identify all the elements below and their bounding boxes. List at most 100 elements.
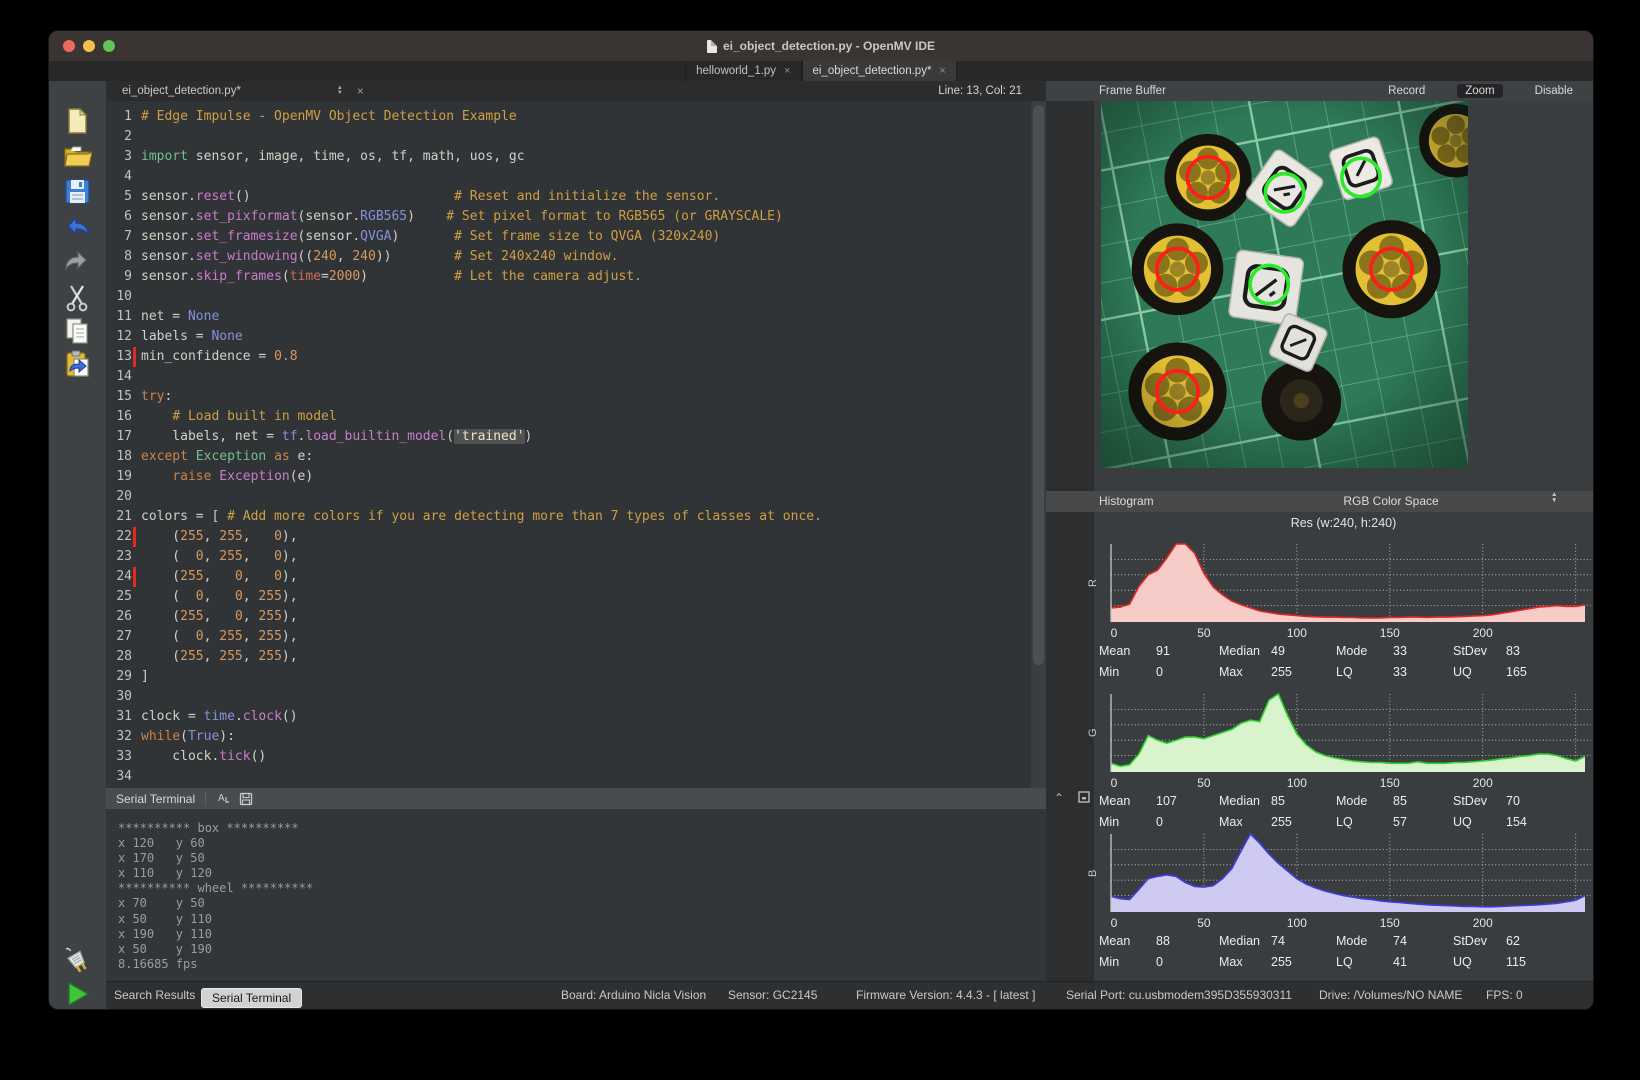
code-line[interactable]: 7sensor.set_framesize(sensor.QVGA) # Set… xyxy=(106,227,1046,247)
gutter-spacer xyxy=(133,587,136,607)
tab-bar: helloworld_1.py × ei_object_detection.py… xyxy=(49,61,1593,81)
code-line[interactable]: 14 xyxy=(106,367,1046,387)
copy-button[interactable] xyxy=(62,316,92,346)
redo-button[interactable] xyxy=(62,248,92,278)
file-switcher-icon[interactable]: ▲▼ xyxy=(337,86,343,96)
toolbar xyxy=(49,81,106,1009)
tab-close-icon[interactable]: × xyxy=(784,65,790,77)
tick-label: 150 xyxy=(1380,916,1400,930)
editor-close-icon[interactable]: × xyxy=(357,84,364,98)
code-line[interactable]: 23 ( 0, 255, 0), xyxy=(106,547,1046,567)
stat-value: 85 xyxy=(1393,794,1453,808)
collapse-serial-icon[interactable]: ⌃ xyxy=(1054,791,1064,805)
run-script-button[interactable] xyxy=(62,979,92,1009)
stat-label: Median xyxy=(1219,934,1271,948)
zoom-window-button[interactable] xyxy=(103,40,115,52)
code-line[interactable]: 18except Exception as e: xyxy=(106,447,1046,467)
stats-row: Mean88Median74Mode74StDev62 xyxy=(1099,930,1593,951)
stat-label: UQ xyxy=(1453,665,1506,679)
code-line[interactable]: 32while(True): xyxy=(106,727,1046,747)
code-line[interactable]: 27 ( 0, 255, 255), xyxy=(106,627,1046,647)
stat-value: 85 xyxy=(1271,794,1336,808)
code-line[interactable]: 34 xyxy=(106,767,1046,787)
open-file-button[interactable] xyxy=(62,141,92,171)
code-line[interactable]: 16 # Load built in model xyxy=(106,407,1046,427)
code-line[interactable]: 3import sensor, image, time, os, tf, mat… xyxy=(106,147,1046,167)
tick-label: 200 xyxy=(1473,776,1493,790)
modified-line-marker xyxy=(133,527,136,547)
modified-line-marker xyxy=(133,567,136,587)
stat-label: Mode xyxy=(1336,934,1393,948)
tab-close-icon[interactable]: × xyxy=(939,65,945,77)
editor-scrollbar[interactable] xyxy=(1031,101,1046,788)
code-line[interactable]: 8sensor.set_windowing((240, 240)) # Set … xyxy=(106,247,1046,267)
b-channel-histogram: B050100150200Mean88Median74Mode74StDev62… xyxy=(1099,831,1593,972)
text-encoding-icon[interactable]: A xyxy=(216,791,231,806)
line-number: 34 xyxy=(106,767,132,787)
paste-button[interactable] xyxy=(62,349,92,379)
code-line[interactable]: 1# Edge Impulse - OpenMV Object Detectio… xyxy=(106,107,1046,127)
zoom-button[interactable]: Zoom xyxy=(1457,84,1502,98)
line-number: 33 xyxy=(106,747,132,767)
tab-helloworld[interactable]: helloworld_1.py × xyxy=(685,61,801,81)
code-line[interactable]: 17 labels, net = tf.load_builtin_model('… xyxy=(106,427,1046,447)
stat-value: 255 xyxy=(1271,955,1336,969)
code-line[interactable]: 4 xyxy=(106,167,1046,187)
code-line[interactable]: 9sensor.skip_frames(time=2000) # Let the… xyxy=(106,267,1046,287)
status-serial-terminal[interactable]: Serial Terminal xyxy=(201,988,302,1008)
tick-label: 0 xyxy=(1111,916,1118,930)
x-axis-ticks: 050100150200 xyxy=(1099,625,1593,640)
code-line[interactable]: 26 (255, 0, 255), xyxy=(106,607,1046,627)
code-line[interactable]: 20 xyxy=(106,487,1046,507)
code-line[interactable]: 2 xyxy=(106,127,1046,147)
popout-serial-icon[interactable] xyxy=(1078,791,1090,803)
new-file-button[interactable] xyxy=(62,106,92,136)
colorspace-dropdown-icon[interactable]: ▲▼ xyxy=(1551,492,1557,503)
code-text: labels, net = tf.load_builtin_model('tra… xyxy=(141,427,532,447)
status-search-results[interactable]: Search Results xyxy=(114,988,195,1002)
stat-value: 0 xyxy=(1156,955,1219,969)
code-line[interactable]: 30 xyxy=(106,687,1046,707)
code-line[interactable]: 10 xyxy=(106,287,1046,307)
code-line[interactable]: 13min_confidence = 0.8 xyxy=(106,347,1046,367)
code-line[interactable]: 31clock = time.clock() xyxy=(106,707,1046,727)
frame-buffer-title: Frame Buffer xyxy=(1099,85,1166,97)
line-number: 16 xyxy=(106,407,132,427)
code-line[interactable]: 21colors = [ # Add more colors if you ar… xyxy=(106,507,1046,527)
code-line[interactable]: 28 (255, 255, 255), xyxy=(106,647,1046,667)
line-number: 30 xyxy=(106,687,132,707)
stat-label: StDev xyxy=(1453,794,1506,808)
code-line[interactable]: 33 clock.tick() xyxy=(106,747,1046,767)
connect-button[interactable] xyxy=(62,942,92,972)
code-line[interactable]: 29] xyxy=(106,667,1046,687)
code-line[interactable]: 12labels = None xyxy=(106,327,1046,347)
gutter-spacer xyxy=(133,607,136,627)
record-button[interactable]: Record xyxy=(1380,84,1433,98)
code-line[interactable]: 19 raise Exception(e) xyxy=(106,467,1046,487)
modified-line-marker xyxy=(133,347,136,367)
code-text: ( 0, 0, 255), xyxy=(141,587,298,607)
code-line[interactable]: 5sensor.reset() # Reset and initialize t… xyxy=(106,187,1046,207)
tab-ei-object-detection[interactable]: ei_object_detection.py* × xyxy=(802,61,957,81)
disable-button[interactable]: Disable xyxy=(1527,84,1581,98)
save-log-icon[interactable] xyxy=(239,792,253,806)
colorspace-select[interactable]: RGB Color Space xyxy=(1286,494,1496,508)
close-window-button[interactable] xyxy=(63,40,75,52)
code-line[interactable]: 22 (255, 255, 0), xyxy=(106,527,1046,547)
code-line[interactable]: 6sensor.set_pixformat(sensor.RGB565) # S… xyxy=(106,207,1046,227)
gutter-spacer xyxy=(133,427,136,447)
code-editor[interactable]: 1# Edge Impulse - OpenMV Object Detectio… xyxy=(106,101,1046,788)
tick-label: 50 xyxy=(1197,626,1210,640)
minimize-window-button[interactable] xyxy=(83,40,95,52)
tick-label: 0 xyxy=(1111,626,1118,640)
stat-label: UQ xyxy=(1453,815,1506,829)
save-file-button[interactable] xyxy=(62,176,92,206)
cut-button[interactable] xyxy=(62,282,92,312)
code-line[interactable]: 15try: xyxy=(106,387,1046,407)
undo-button[interactable] xyxy=(62,214,92,244)
code-line[interactable]: 24 (255, 0, 0), xyxy=(106,567,1046,587)
code-line[interactable]: 11net = None xyxy=(106,307,1046,327)
serial-line: x 70 y 50 xyxy=(118,896,1046,911)
serial-terminal-output[interactable]: ********** box **********x 120 y 60x 170… xyxy=(106,809,1046,981)
code-line[interactable]: 25 ( 0, 0, 255), xyxy=(106,587,1046,607)
